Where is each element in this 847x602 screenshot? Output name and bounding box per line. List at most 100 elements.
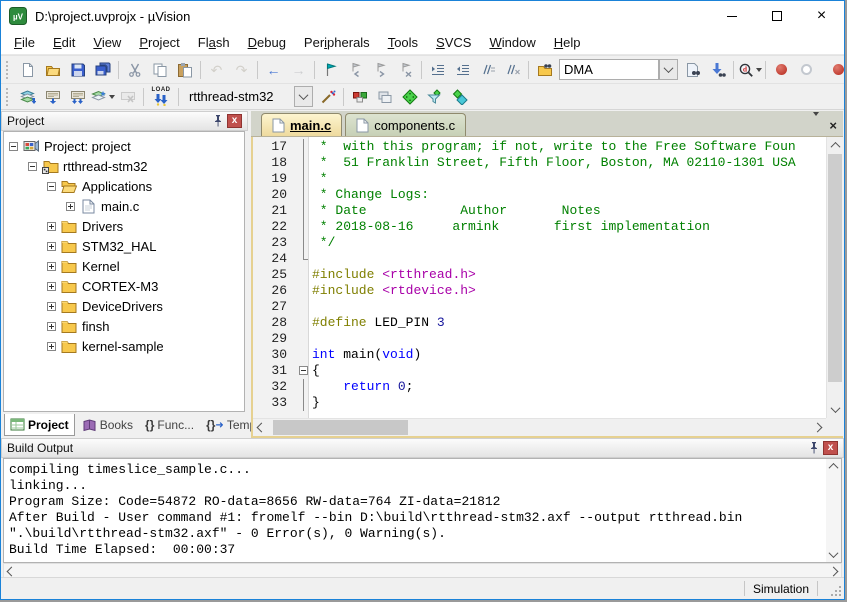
close-editor-button[interactable]: ×: [829, 119, 837, 132]
scroll-down-arrow[interactable]: [827, 401, 844, 418]
collapse-icon[interactable]: [28, 162, 37, 171]
clear-bookmarks-button[interactable]: [393, 58, 418, 81]
collapse-icon[interactable]: [9, 142, 18, 151]
enable-breakpoint-button[interactable]: [794, 58, 819, 81]
translate-button[interactable]: [15, 85, 40, 108]
tree-item-kernel[interactable]: Kernel: [4, 256, 244, 276]
uncomment-button[interactable]: [500, 58, 525, 81]
panel-tab-func[interactable]: {}Func...: [140, 414, 199, 436]
editor-tab-components-c[interactable]: components.c: [345, 113, 466, 136]
menu-tools[interactable]: Tools: [379, 32, 427, 53]
scroll-left-arrow[interactable]: [253, 419, 270, 436]
target-select[interactable]: rtthread-stm32: [184, 86, 313, 107]
save-button[interactable]: [65, 58, 90, 81]
panel-tab-project[interactable]: Project: [4, 414, 75, 436]
panel-tab-books[interactable]: Books: [77, 414, 138, 436]
close-button[interactable]: ×: [799, 1, 844, 31]
insert-breakpoint-button[interactable]: [769, 58, 794, 81]
undo-button[interactable]: ↶: [204, 58, 229, 81]
navigate-back-button[interactable]: ←: [261, 58, 286, 81]
next-bookmark-button[interactable]: [368, 58, 393, 81]
tree-item-applications[interactable]: Applications: [4, 176, 244, 196]
menu-debug[interactable]: Debug: [239, 32, 295, 53]
expand-icon[interactable]: [47, 222, 56, 231]
options-for-target-button[interactable]: [315, 85, 340, 108]
resize-grip[interactable]: [818, 578, 844, 599]
output-scroll-down-arrow[interactable]: [826, 547, 841, 562]
navigate-forward-button[interactable]: →: [286, 58, 311, 81]
save-all-button[interactable]: [90, 58, 115, 81]
stop-build-button[interactable]: [115, 85, 140, 108]
expand-icon[interactable]: [47, 302, 56, 311]
find-in-files-button[interactable]: [680, 58, 705, 81]
close-output-button[interactable]: x: [823, 441, 838, 455]
toggle-bookmark-button[interactable]: [318, 58, 343, 81]
tree-item-drivers[interactable]: Drivers: [4, 216, 244, 236]
close-panel-button[interactable]: x: [227, 114, 242, 128]
pin-output-button[interactable]: [806, 441, 821, 455]
select-packs-button[interactable]: [422, 85, 447, 108]
menu-svcs[interactable]: SVCS: [427, 32, 480, 53]
partial-breakpoint-button[interactable]: [826, 58, 844, 81]
fold-collapse-icon[interactable]: [299, 366, 308, 375]
tree-item-stm32-hal[interactable]: STM32_HAL: [4, 236, 244, 256]
menu-flash[interactable]: Flash: [189, 32, 239, 53]
find-in-files-folder-button[interactable]: [532, 58, 557, 81]
incremental-find-button[interactable]: [705, 58, 730, 81]
output-scroll-left-arrow[interactable]: [4, 564, 19, 578]
menu-peripherals[interactable]: Peripherals: [295, 32, 379, 53]
pack-installer-button[interactable]: [447, 85, 472, 108]
tree-item-main-c[interactable]: main.c: [4, 196, 244, 216]
run-time-environment-button[interactable]: [397, 85, 422, 108]
vertical-scroll-thumb[interactable]: [828, 154, 842, 382]
new-file-button[interactable]: [15, 58, 40, 81]
horizontal-scroll-thumb[interactable]: [273, 420, 408, 435]
menu-file[interactable]: File: [5, 32, 44, 53]
target-dropdown-button[interactable]: [294, 86, 313, 107]
expand-icon[interactable]: [47, 282, 56, 291]
tree-item-cortex-m3[interactable]: CORTEX-M3: [4, 276, 244, 296]
expand-icon[interactable]: [47, 262, 56, 271]
toolbar-grip[interactable]: [6, 61, 11, 79]
expand-icon[interactable]: [47, 242, 56, 251]
minimize-button[interactable]: [709, 1, 754, 31]
menu-window[interactable]: Window: [480, 32, 544, 53]
previous-bookmark-button[interactable]: [343, 58, 368, 81]
paste-button[interactable]: [172, 58, 197, 81]
tree-item-project-project[interactable]: Project: project: [4, 136, 244, 156]
search-dropdown-button[interactable]: [659, 59, 678, 80]
menu-edit[interactable]: Edit: [44, 32, 84, 53]
comment-button[interactable]: [475, 58, 500, 81]
tab-list-button[interactable]: [811, 116, 819, 134]
pin-panel-button[interactable]: [210, 114, 225, 128]
redo-button[interactable]: ↷: [229, 58, 254, 81]
scroll-right-arrow[interactable]: [809, 419, 826, 436]
tree-item-finsh[interactable]: finsh: [4, 316, 244, 336]
output-vertical-scrollbar[interactable]: [826, 459, 841, 562]
tree-item-devicedrivers[interactable]: DeviceDrivers: [4, 296, 244, 316]
expand-icon[interactable]: [66, 202, 75, 211]
rebuild-button[interactable]: [65, 85, 90, 108]
menu-help[interactable]: Help: [545, 32, 590, 53]
tree-item-rtthread-stm32[interactable]: rtthread-stm32: [4, 156, 244, 176]
toolbar-grip[interactable]: [6, 88, 11, 106]
unindent-button[interactable]: [450, 58, 475, 81]
collapse-icon[interactable]: [47, 182, 56, 191]
output-scroll-up-arrow[interactable]: [826, 459, 841, 474]
editor-tab-main-c[interactable]: main.c: [261, 113, 342, 136]
copy-button[interactable]: [147, 58, 172, 81]
manage-workspace-button[interactable]: [372, 85, 397, 108]
code-editor[interactable]: 17 * with this program; if not, write to…: [251, 137, 843, 438]
maximize-button[interactable]: [754, 1, 799, 31]
open-file-button[interactable]: [40, 58, 65, 81]
expand-icon[interactable]: [47, 322, 56, 331]
output-scroll-right-arrow[interactable]: [826, 564, 841, 578]
menu-project[interactable]: Project: [130, 32, 188, 53]
search-input[interactable]: [559, 59, 659, 80]
build-button[interactable]: [40, 85, 65, 108]
editor-horizontal-scrollbar[interactable]: [253, 418, 826, 436]
menu-view[interactable]: View: [84, 32, 130, 53]
expand-icon[interactable]: [47, 342, 56, 351]
indent-button[interactable]: [425, 58, 450, 81]
batch-build-button[interactable]: [90, 85, 115, 108]
